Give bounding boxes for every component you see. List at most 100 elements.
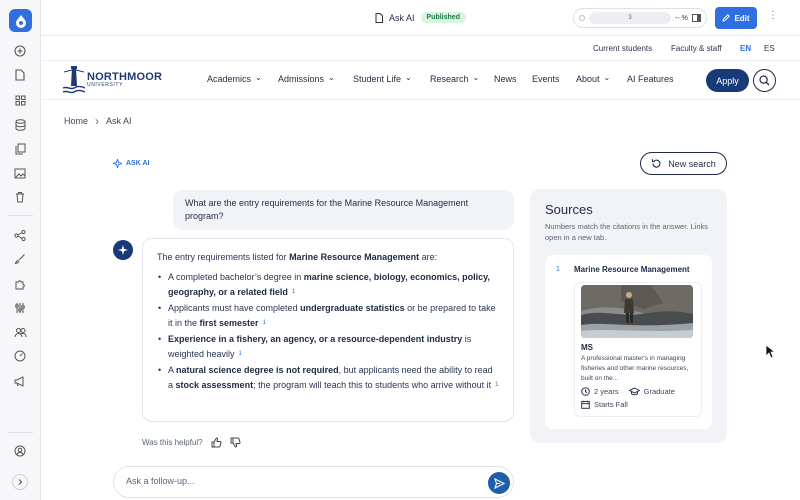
bullet-emphasis: first semester: [199, 318, 259, 328]
user-question-bubble: What are the entry requirements for the …: [173, 190, 514, 230]
answer-program-name: Marine Resource Management: [289, 252, 420, 262]
source-title[interactable]: Marine Resource Management: [574, 265, 690, 274]
link-faculty-staff[interactable]: Faculty & staff: [671, 44, 722, 53]
nav-events[interactable]: Events: [532, 74, 560, 84]
share-nodes-icon[interactable]: [13, 228, 27, 242]
ask-ai-text: ASK AI: [126, 160, 150, 167]
graduation-cap-icon: [628, 387, 640, 396]
search-button[interactable]: [753, 69, 776, 92]
site-logo[interactable]: NORTHMOOR UNIVERSITY: [63, 64, 162, 96]
nav-label: Student Life: [353, 74, 402, 84]
zoom-indicator-icon: [579, 15, 585, 21]
thumbs-down-icon[interactable]: [230, 437, 241, 448]
followup-input[interactable]: [126, 476, 466, 486]
lang-es-link[interactable]: ES: [764, 44, 775, 53]
chevron-down-icon: ⌄: [255, 72, 262, 82]
status-badge: Published: [420, 12, 466, 23]
program-start: Starts Fall: [594, 400, 628, 409]
document-icon[interactable]: [13, 68, 27, 82]
nav-label: Events: [532, 74, 560, 84]
zoom-percent: -- %: [675, 14, 688, 22]
new-search-label: New search: [668, 158, 716, 169]
breadcrumb-home[interactable]: Home: [64, 116, 88, 126]
lighthouse-icon: [63, 66, 85, 94]
bullet-text: Applicants must have completed: [168, 303, 301, 313]
nav-label: About: [576, 74, 600, 84]
puzzle-icon[interactable]: [13, 277, 27, 291]
gauge-icon[interactable]: [13, 349, 27, 363]
utility-bar: Current students Faculty & staff EN ES: [41, 37, 800, 61]
program-meta: 2 years Graduate: [581, 386, 695, 397]
nav-label: Academics: [207, 74, 252, 84]
nav-label: Admissions: [278, 74, 325, 84]
breadcrumb-current: Ask AI: [106, 116, 132, 126]
pencil-icon: [722, 14, 731, 22]
new-search-button[interactable]: New search: [640, 152, 727, 175]
program-degree: MS: [581, 343, 593, 352]
nav-ai-features[interactable]: AI Features: [627, 74, 674, 84]
expand-chevron-icon[interactable]: [12, 474, 28, 490]
nav-admissions[interactable]: Admissions ⌄: [278, 72, 335, 85]
refresh-icon: [652, 159, 661, 168]
bullet-text: A completed bachelor’s degree in: [168, 272, 304, 282]
sliders-icon[interactable]: [13, 301, 27, 315]
account-circle-icon[interactable]: [13, 444, 27, 458]
source-card[interactable]: 1 Marine Resource Management MS A profes…: [545, 255, 712, 429]
drupal-logo-icon[interactable]: [9, 9, 32, 32]
rail-divider: [8, 215, 33, 216]
copy-icon[interactable]: [13, 142, 27, 156]
nav-about[interactable]: About ⌄: [576, 73, 610, 85]
sources-panel: Sources Numbers match the citations in t…: [530, 189, 727, 443]
citation-link[interactable]: 1: [495, 378, 498, 393]
image-icon[interactable]: [13, 166, 27, 180]
megaphone-icon[interactable]: [13, 374, 27, 388]
left-rail: [0, 0, 41, 500]
mouse-cursor-icon: [765, 344, 776, 359]
apply-button[interactable]: Apply: [706, 69, 749, 92]
list-item: A natural science degree is not required…: [157, 363, 499, 393]
bullet-emphasis: Experience in a fishery, an agency, or a…: [168, 334, 463, 344]
add-circle-icon[interactable]: [13, 44, 27, 58]
nav-label: News: [494, 74, 517, 84]
list-item: Applicants must have completed undergrad…: [157, 301, 499, 331]
feedback-row: Was this helpful?: [142, 437, 241, 448]
layout-toggle-icon[interactable]: [691, 14, 701, 22]
helpful-prompt: Was this helpful?: [142, 438, 203, 447]
chevron-right-icon: ›: [95, 114, 100, 128]
document-title-text: Ask AI: [389, 12, 415, 23]
brand-name: NORTHMOOR: [87, 71, 163, 83]
nav-news[interactable]: News: [494, 74, 517, 84]
trash-icon[interactable]: [13, 190, 27, 204]
citation-link[interactable]: 1: [263, 316, 266, 331]
more-options-icon[interactable]: ⋮: [768, 10, 778, 21]
nav-academics[interactable]: Academics ⌄: [207, 72, 262, 85]
citation-link[interactable]: 1: [292, 285, 295, 300]
program-description: A professional master's in managing fish…: [581, 355, 689, 382]
ai-avatar: [113, 240, 133, 260]
program-card[interactable]: MS A professional master's in managing f…: [574, 282, 702, 417]
answer-intro: The entry requirements listed for Marine…: [157, 250, 499, 265]
zoom-input[interactable]: [589, 12, 671, 24]
clock-icon: [581, 387, 590, 396]
lang-en-link[interactable]: EN: [740, 44, 751, 53]
editor-toolbar: Ask AI Published -- % Edit ⋮: [41, 0, 800, 36]
page-icon: [375, 12, 383, 23]
nav-research[interactable]: Research ⌄: [430, 73, 479, 85]
brush-icon[interactable]: [13, 252, 27, 266]
chevron-down-icon: ⌄: [328, 72, 335, 82]
database-icon[interactable]: [13, 118, 27, 132]
send-button[interactable]: [488, 472, 510, 494]
thumbs-up-icon[interactable]: [211, 437, 222, 448]
search-icon: [759, 75, 770, 86]
program-photo: [581, 285, 693, 338]
blocks-grid-icon[interactable]: [13, 93, 27, 107]
sources-title: Sources: [545, 202, 593, 217]
nav-student-life[interactable]: Student Life ⌄: [353, 73, 412, 85]
users-icon[interactable]: [13, 325, 27, 339]
edit-button[interactable]: Edit: [715, 7, 757, 29]
link-current-students[interactable]: Current students: [593, 44, 652, 53]
bullet-text: ; the program will teach this to student…: [253, 380, 492, 390]
citation-link[interactable]: 1: [239, 347, 242, 362]
calendar-icon: [581, 400, 590, 409]
bullet-text: A: [168, 365, 177, 375]
